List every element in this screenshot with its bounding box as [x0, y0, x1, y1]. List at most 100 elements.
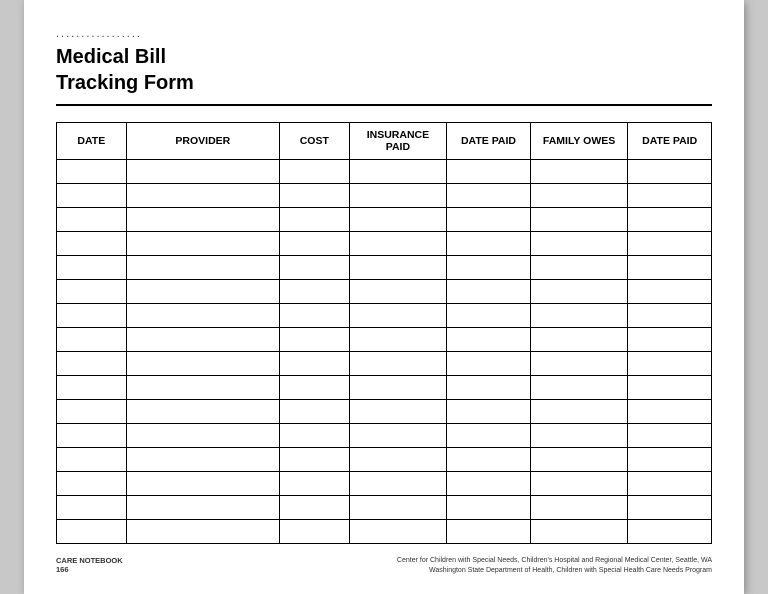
table-cell[interactable] [349, 496, 447, 520]
table-cell[interactable] [447, 280, 531, 304]
table-cell[interactable] [447, 496, 531, 520]
table-cell[interactable] [530, 448, 628, 472]
table-cell[interactable] [126, 232, 279, 256]
table-cell[interactable] [57, 400, 127, 424]
table-cell[interactable] [57, 280, 127, 304]
table-cell[interactable] [126, 208, 279, 232]
table-cell[interactable] [126, 448, 279, 472]
table-cell[interactable] [349, 184, 447, 208]
table-cell[interactable] [628, 376, 712, 400]
table-cell[interactable] [57, 496, 127, 520]
table-cell[interactable] [530, 352, 628, 376]
table-cell[interactable] [530, 208, 628, 232]
table-cell[interactable] [628, 424, 712, 448]
table-row[interactable] [57, 304, 712, 328]
table-row[interactable] [57, 208, 712, 232]
table-cell[interactable] [530, 304, 628, 328]
table-cell[interactable] [447, 160, 531, 184]
table-cell[interactable] [628, 496, 712, 520]
table-cell[interactable] [57, 352, 127, 376]
table-cell[interactable] [126, 496, 279, 520]
table-cell[interactable] [530, 424, 628, 448]
table-cell[interactable] [279, 304, 349, 328]
table-cell[interactable] [279, 256, 349, 280]
table-cell[interactable] [126, 352, 279, 376]
table-cell[interactable] [349, 160, 447, 184]
table-cell[interactable] [126, 472, 279, 496]
table-row[interactable] [57, 328, 712, 352]
table-cell[interactable] [279, 424, 349, 448]
table-cell[interactable] [447, 376, 531, 400]
table-cell[interactable] [349, 328, 447, 352]
table-row[interactable] [57, 376, 712, 400]
table-cell[interactable] [349, 400, 447, 424]
table-cell[interactable] [57, 376, 127, 400]
table-cell[interactable] [447, 232, 531, 256]
table-cell[interactable] [530, 232, 628, 256]
table-cell[interactable] [447, 520, 531, 544]
table-cell[interactable] [628, 208, 712, 232]
table-cell[interactable] [57, 328, 127, 352]
table-cell[interactable] [447, 400, 531, 424]
table-cell[interactable] [126, 304, 279, 328]
table-cell[interactable] [447, 448, 531, 472]
table-cell[interactable] [126, 160, 279, 184]
table-cell[interactable] [530, 472, 628, 496]
table-cell[interactable] [349, 280, 447, 304]
table-cell[interactable] [628, 280, 712, 304]
table-cell[interactable] [447, 424, 531, 448]
table-cell[interactable] [126, 256, 279, 280]
table-cell[interactable] [126, 424, 279, 448]
table-cell[interactable] [279, 280, 349, 304]
table-cell[interactable] [530, 160, 628, 184]
table-cell[interactable] [530, 280, 628, 304]
table-cell[interactable] [126, 184, 279, 208]
table-cell[interactable] [279, 232, 349, 256]
table-row[interactable] [57, 256, 712, 280]
table-row[interactable] [57, 472, 712, 496]
table-cell[interactable] [126, 400, 279, 424]
table-cell[interactable] [279, 352, 349, 376]
table-cell[interactable] [349, 376, 447, 400]
table-cell[interactable] [628, 400, 712, 424]
table-cell[interactable] [447, 328, 531, 352]
table-cell[interactable] [57, 424, 127, 448]
table-cell[interactable] [279, 376, 349, 400]
table-cell[interactable] [447, 352, 531, 376]
table-cell[interactable] [349, 448, 447, 472]
table-cell[interactable] [349, 304, 447, 328]
table-row[interactable] [57, 184, 712, 208]
table-cell[interactable] [279, 184, 349, 208]
table-cell[interactable] [279, 472, 349, 496]
table-cell[interactable] [126, 520, 279, 544]
table-cell[interactable] [279, 400, 349, 424]
table-cell[interactable] [628, 232, 712, 256]
table-cell[interactable] [57, 256, 127, 280]
table-cell[interactable] [279, 328, 349, 352]
table-row[interactable] [57, 496, 712, 520]
table-cell[interactable] [628, 256, 712, 280]
table-cell[interactable] [279, 208, 349, 232]
table-cell[interactable] [279, 160, 349, 184]
table-cell[interactable] [628, 160, 712, 184]
table-cell[interactable] [57, 184, 127, 208]
table-cell[interactable] [57, 304, 127, 328]
table-cell[interactable] [447, 256, 531, 280]
table-cell[interactable] [628, 520, 712, 544]
table-cell[interactable] [447, 208, 531, 232]
table-cell[interactable] [447, 184, 531, 208]
table-cell[interactable] [349, 520, 447, 544]
table-cell[interactable] [57, 232, 127, 256]
table-row[interactable] [57, 424, 712, 448]
table-cell[interactable] [530, 328, 628, 352]
table-row[interactable] [57, 232, 712, 256]
table-row[interactable] [57, 448, 712, 472]
table-cell[interactable] [628, 304, 712, 328]
table-cell[interactable] [57, 472, 127, 496]
table-cell[interactable] [628, 352, 712, 376]
table-cell[interactable] [57, 208, 127, 232]
table-cell[interactable] [279, 448, 349, 472]
table-cell[interactable] [628, 472, 712, 496]
table-row[interactable] [57, 160, 712, 184]
table-cell[interactable] [126, 328, 279, 352]
